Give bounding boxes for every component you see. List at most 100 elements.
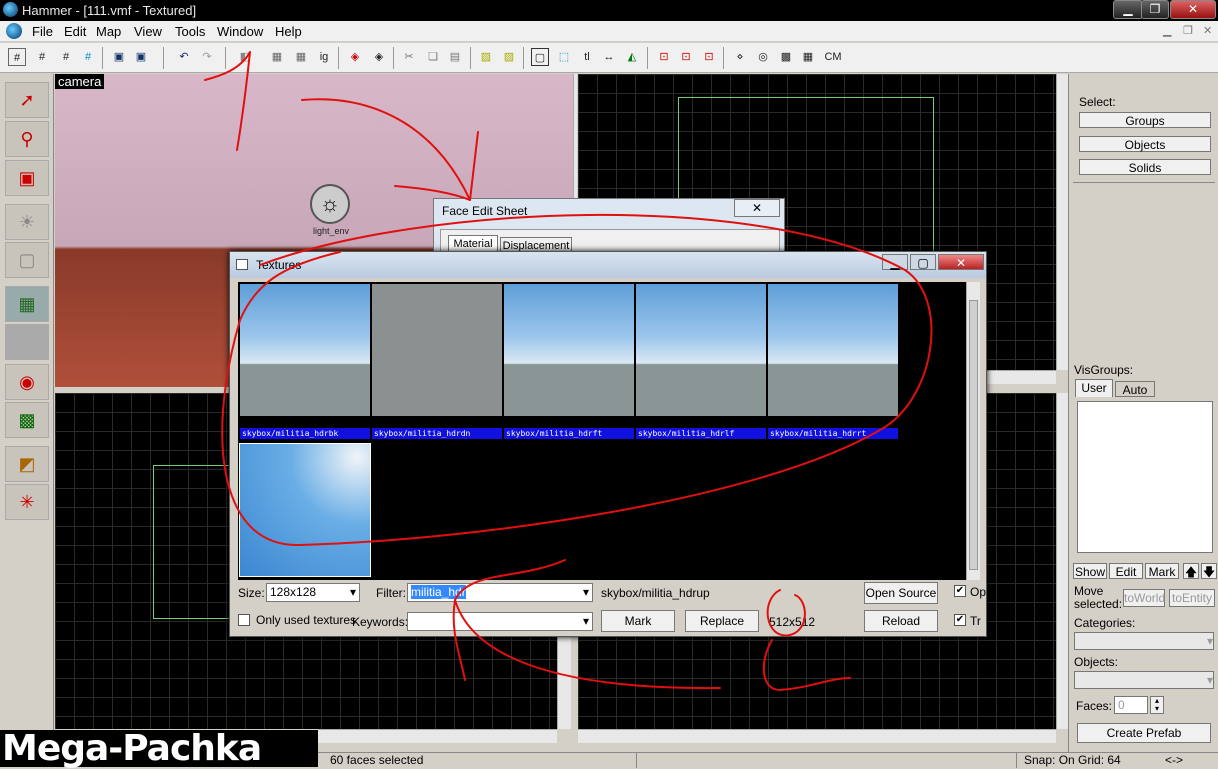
create-prefab-button[interactable]: Create Prefab	[1077, 723, 1211, 743]
texture-thumb-hdrdn[interactable]	[372, 284, 502, 416]
cut-icon[interactable]: ✂	[400, 48, 418, 66]
hide-items-icon[interactable]: ◈	[346, 48, 364, 66]
menu-edit[interactable]: Edit	[64, 24, 86, 39]
texture-grid-vscroll[interactable]	[966, 282, 980, 580]
group-icon[interactable]: ▣	[110, 48, 128, 66]
texture-grid[interactable]: skybox/militia_hdrbk skybox/militia_hdrd…	[238, 282, 966, 580]
menu-view[interactable]: View	[134, 24, 162, 39]
tr-checkbox[interactable]: ✔	[954, 614, 966, 626]
maximize-button[interactable]: ❐	[1141, 0, 1169, 19]
mdi-close-icon[interactable]: ✕	[1203, 24, 1212, 37]
select-box-icon[interactable]: ▢	[531, 48, 549, 66]
groups-button[interactable]: Groups	[1079, 112, 1211, 128]
solids-button[interactable]: Solids	[1079, 159, 1211, 175]
top-view-vscroll[interactable]	[1056, 74, 1068, 370]
mdi-minimize-icon[interactable]: ▁	[1163, 24, 1171, 37]
menu-map[interactable]: Map	[96, 24, 121, 39]
entity-tool-icon[interactable]: ☀	[5, 204, 49, 240]
light-env-entity-icon[interactable]: ☼	[310, 184, 350, 224]
compile-icon[interactable]: ⊡	[700, 48, 718, 66]
replace-button[interactable]: Replace	[685, 610, 759, 632]
tab-user[interactable]: User	[1075, 379, 1113, 397]
toggle-texture-app-icon[interactable]: ▦	[5, 286, 49, 322]
nodraw-icon[interactable]: ▨	[500, 48, 518, 66]
front-view-hscroll[interactable]	[318, 729, 557, 743]
open-source-button[interactable]: Open Source	[864, 582, 938, 604]
only-used-checkbox[interactable]	[238, 614, 250, 626]
copy-icon[interactable]: ❏	[424, 48, 442, 66]
face-edit-close-button[interactable]: ✕	[734, 199, 780, 217]
textures-minimize-button[interactable]: ▁	[882, 254, 908, 270]
texture-thumb-hdrup[interactable]	[239, 443, 371, 577]
objects-button[interactable]: Objects	[1079, 136, 1211, 152]
texture-application-icon[interactable]: ◎	[754, 48, 772, 66]
flip-icon[interactable]: ◭	[623, 48, 641, 66]
visgroups-list[interactable]	[1077, 401, 1213, 553]
selection-tool-icon[interactable]: ➚	[5, 82, 49, 118]
objects-select[interactable]: ▾	[1074, 671, 1214, 689]
move-up-icon[interactable]: 🡅	[1183, 563, 1199, 579]
redo-icon[interactable]: ↷	[198, 48, 216, 66]
menu-help[interactable]: Help	[275, 24, 302, 39]
paste-icon[interactable]: ▤	[446, 48, 464, 66]
size-select[interactable]: 128x128 ▾	[266, 583, 360, 602]
mdi-restore-icon[interactable]: ❐	[1183, 24, 1193, 37]
side-view-hscroll[interactable]	[578, 729, 1056, 743]
magnify-tool-icon[interactable]: ⚲	[5, 121, 49, 157]
ignore-groups-icon[interactable]: ig	[315, 48, 333, 66]
show-items-icon[interactable]: ◈	[370, 48, 388, 66]
menu-file[interactable]: File	[32, 24, 53, 39]
run-map-icon[interactable]: ⊡	[677, 48, 695, 66]
keywords-combo[interactable]: ▾	[407, 612, 593, 631]
textures-close-button[interactable]: ✕	[938, 254, 984, 270]
cordon-icon[interactable]: ⋄	[731, 48, 749, 66]
texture-thumb-hdrlf[interactable]	[636, 284, 766, 416]
grid-3d-icon[interactable]: #	[33, 48, 51, 66]
align-icon[interactable]: ↔	[600, 48, 618, 66]
overlay-icon[interactable]: ▦	[799, 48, 817, 66]
tab-auto[interactable]: Auto	[1115, 381, 1155, 397]
apply-decals-icon[interactable]	[5, 324, 49, 360]
scroll-thumb[interactable]	[969, 300, 978, 570]
close-button[interactable]: ✕	[1170, 0, 1216, 19]
camera-tool-icon[interactable]: ▣	[5, 160, 49, 196]
to-entity-button[interactable]: toEntity	[1169, 589, 1215, 607]
hollow-icon[interactable]: ▦	[268, 48, 286, 66]
texture-lock-icon[interactable]: ▦	[292, 48, 310, 66]
minimize-button[interactable]: ▁	[1113, 0, 1143, 19]
op-checkbox[interactable]: ✔	[954, 585, 966, 597]
categories-select[interactable]: ▾	[1074, 632, 1214, 650]
apply-overlays-icon[interactable]: ◉	[5, 364, 49, 400]
path-tool-icon[interactable]: ✳	[5, 484, 49, 520]
cm-icon[interactable]: CM	[822, 48, 844, 66]
toolsbrush-icon[interactable]: ▨	[477, 48, 495, 66]
app-icon[interactable]	[6, 23, 22, 39]
to-world-button[interactable]: toWorld	[1123, 589, 1165, 607]
texture-thumb-hdrft[interactable]	[504, 284, 634, 416]
ungroup-icon[interactable]: ▣	[132, 48, 150, 66]
faces-spinner[interactable]: ▴ ▾	[1150, 696, 1164, 714]
edit-button[interactable]: Edit	[1109, 563, 1143, 579]
move-down-icon[interactable]: 🡇	[1201, 563, 1217, 579]
grid-plus-icon[interactable]: #	[79, 48, 97, 66]
menu-tools[interactable]: Tools	[175, 24, 205, 39]
select-dashed-icon[interactable]: ⬚	[555, 48, 573, 66]
grid-dots-icon[interactable]: #	[57, 48, 75, 66]
menu-window[interactable]: Window	[217, 24, 263, 39]
faces-input[interactable]: 0	[1114, 696, 1148, 714]
carve-icon[interactable]: ◧	[236, 48, 254, 66]
reload-button[interactable]: Reload	[864, 610, 938, 632]
undo-icon[interactable]: ↶	[175, 48, 193, 66]
clipping-tool-icon[interactable]: ▩	[5, 402, 49, 438]
grid-toggle-icon[interactable]: #	[8, 48, 26, 66]
decals-icon[interactable]: ▩	[777, 48, 795, 66]
texture-thumb-hdrrt[interactable]	[768, 284, 898, 416]
show-button[interactable]: Show	[1073, 563, 1107, 579]
block-tool-icon[interactable]: ▢	[5, 242, 49, 278]
side-view-vscroll[interactable]	[1056, 393, 1068, 729]
mark-button[interactable]: Mark	[1145, 563, 1179, 579]
texture-lock-tl-icon[interactable]: tl	[578, 48, 596, 66]
texture-thumb-hdrbk[interactable]	[240, 284, 370, 416]
filter-combo[interactable]: militia_hdr ▾	[407, 583, 593, 602]
mark-button[interactable]: Mark	[601, 610, 675, 632]
